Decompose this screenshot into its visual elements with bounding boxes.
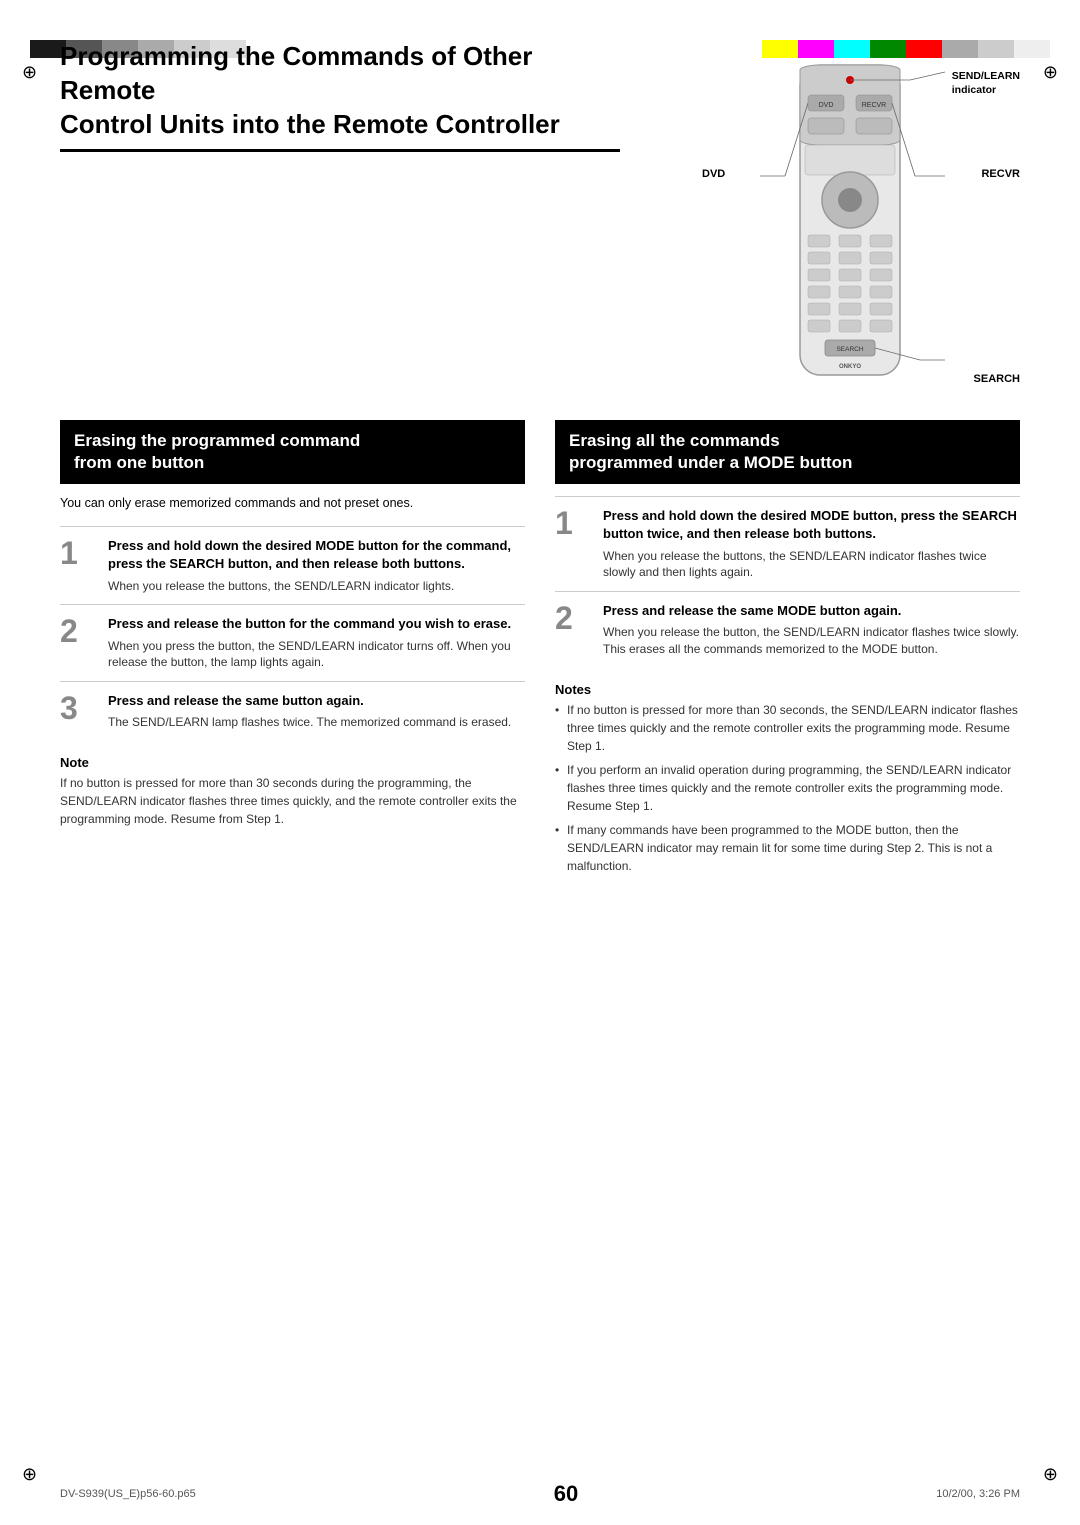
right-section-header: Erasing all the commands programmed unde…	[555, 420, 1020, 484]
step-content-1: Press and hold down the desired MODE but…	[108, 537, 525, 594]
step-number-1: 1	[60, 537, 96, 569]
step-desc-2: When you press the button, the SEND/LEAR…	[108, 638, 525, 672]
page-title: Programming the Commands of Other Remote…	[60, 40, 620, 152]
left-note: Note If no button is pressed for more th…	[60, 755, 525, 828]
step-desc-3: The SEND/LEARN lamp flashes twice. The m…	[108, 714, 525, 731]
right-step-content-1: Press and hold down the desired MODE but…	[603, 507, 1020, 581]
left-step-3: 3 Press and release the same button agai…	[60, 681, 525, 741]
reg-mark-tl: ⊕	[22, 62, 37, 83]
step-title-1: Press and hold down the desired MODE but…	[108, 537, 525, 573]
right-step-content-2: Press and release the same MODE button a…	[603, 602, 1020, 658]
left-note-text: If no button is pressed for more than 30…	[60, 774, 525, 828]
left-column: Erasing the programmed command from one …	[60, 420, 525, 881]
step-title-3: Press and release the same button again.	[108, 692, 525, 710]
svg-text:RECVR: RECVR	[862, 102, 887, 109]
step-title-2: Press and release the button for the com…	[108, 615, 525, 633]
right-column: Erasing all the commands programmed unde…	[555, 420, 1020, 881]
right-step-2: 2 Press and release the same MODE button…	[555, 591, 1020, 668]
right-note-1: If no button is pressed for more than 30…	[555, 701, 1020, 755]
step-number-3: 3	[60, 692, 96, 724]
right-notes: Notes If no button is pressed for more t…	[555, 682, 1020, 875]
reg-mark-br: ⊕	[1043, 1464, 1058, 1485]
svg-text:SEARCH: SEARCH	[836, 346, 863, 353]
left-step-2: 2 Press and release the button for the c…	[60, 604, 525, 681]
remote-diagram: SEND/LEARN indicator DVD RECVR SEARCH	[700, 60, 1020, 400]
two-column-section: Erasing the programmed command from one …	[60, 420, 1020, 881]
left-note-title: Note	[60, 755, 525, 770]
step-content-2: Press and release the button for the com…	[108, 615, 525, 671]
title-area: Programming the Commands of Other Remote…	[60, 40, 1020, 400]
right-step-desc-2: When you release the button, the SEND/LE…	[603, 624, 1020, 658]
label-search: SEARCH	[974, 373, 1020, 385]
right-notes-title: Notes	[555, 682, 1020, 697]
step-content-3: Press and release the same button again.…	[108, 692, 525, 731]
right-step-title-1: Press and hold down the desired MODE but…	[603, 507, 1020, 543]
right-note-3: If many commands have been programmed to…	[555, 821, 1020, 875]
right-note-2: If you perform an invalid operation duri…	[555, 761, 1020, 815]
step-desc-1: When you release the buttons, the SEND/L…	[108, 578, 525, 595]
step-number-2: 2	[60, 615, 96, 647]
page-content: Programming the Commands of Other Remote…	[60, 40, 1020, 881]
right-step-number-1: 1	[555, 507, 591, 539]
label-send-learn: SEND/LEARN indicator	[952, 70, 1020, 97]
svg-text:ONKYO: ONKYO	[839, 364, 861, 370]
left-section-header: Erasing the programmed command from one …	[60, 420, 525, 484]
remote-svg: SEND/LEARN indicator DVD RECVR SEARCH	[700, 60, 1020, 400]
label-dvd: DVD	[702, 168, 725, 180]
left-step-1: 1 Press and hold down the desired MODE b…	[60, 526, 525, 604]
footer-filename: DV-S939(US_E)p56-60.p65	[60, 1488, 196, 1500]
reg-mark-tr: ⊕	[1043, 62, 1058, 83]
footer-datetime: 10/2/00, 3:26 PM	[936, 1488, 1020, 1500]
remote-svg-image: DVD RECVR	[750, 60, 950, 390]
right-notes-list: If no button is pressed for more than 30…	[555, 701, 1020, 875]
label-recvr: RECVR	[981, 168, 1020, 180]
right-step-title-2: Press and release the same MODE button a…	[603, 602, 1020, 620]
reg-mark-bl: ⊕	[22, 1464, 37, 1485]
left-subtitle: You can only erase memorized commands an…	[60, 496, 525, 510]
right-step-1: 1 Press and hold down the desired MODE b…	[555, 496, 1020, 591]
right-step-desc-1: When you release the buttons, the SEND/L…	[603, 548, 1020, 582]
svg-text:DVD: DVD	[819, 102, 834, 109]
right-step-number-2: 2	[555, 602, 591, 634]
